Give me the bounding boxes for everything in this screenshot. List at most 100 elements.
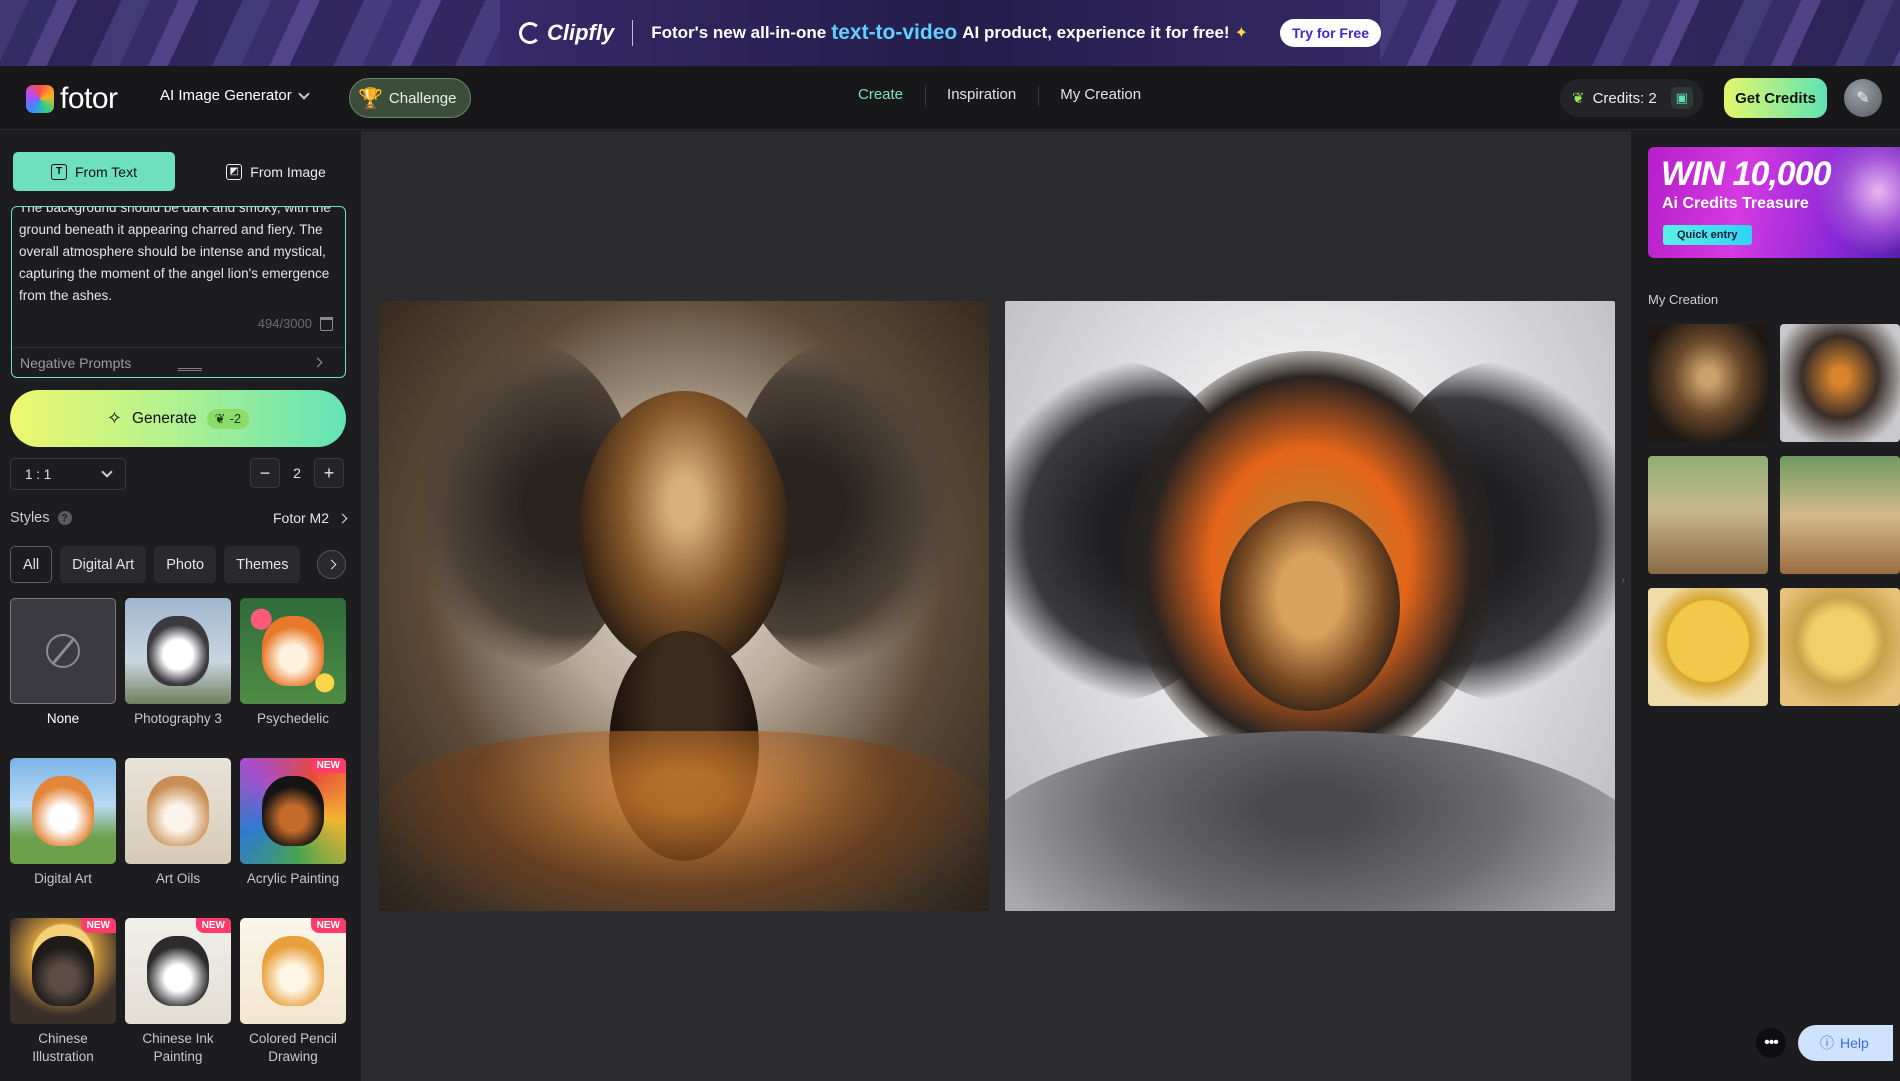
creation-thumbnail[interactable]	[1780, 456, 1900, 574]
avatar[interactable]: ✎	[1844, 79, 1882, 117]
lion-face	[1220, 501, 1400, 711]
wand-icon: ✧	[106, 408, 122, 428]
model-name: Fotor M2	[272, 510, 329, 526]
avatar-icon: ✎	[1856, 90, 1870, 107]
trophy-icon: 🏆	[358, 87, 383, 110]
style-card-acrylic-painting[interactable]: NEW Acrylic Painting	[240, 758, 346, 908]
style-card-photography-3[interactable]: Photography 3	[125, 598, 231, 748]
prompt-input[interactable]: The background should be dark and smoky,…	[11, 206, 346, 378]
banner-art-right	[1380, 0, 1900, 66]
try-for-free-button[interactable]: Try for Free	[1279, 19, 1381, 47]
challenge-button[interactable]: 🏆 Challenge	[349, 78, 472, 118]
resize-handle[interactable]	[178, 368, 202, 371]
negative-prompts-toggle[interactable]: Negative Prompts	[20, 348, 131, 377]
dog-illustration	[32, 776, 94, 846]
help-label: Help	[1840, 1035, 1869, 1051]
fotor-logo-icon	[26, 85, 54, 113]
help-area: ••• ⓘ Help	[1756, 1025, 1893, 1061]
style-card-chinese-illustration[interactable]: NEW Chinese Illustration	[10, 918, 116, 1068]
style-label: Chinese Ink Painting	[142, 1031, 214, 1064]
creation-thumbnail[interactable]	[1648, 324, 1768, 442]
style-thumb	[125, 758, 231, 864]
generate-button[interactable]: ✧ Generate ❦ -2	[10, 390, 346, 447]
tab-my-creation[interactable]: My Creation	[1038, 86, 1163, 106]
fotor-logo[interactable]: fotor	[26, 82, 118, 116]
my-creation-grid	[1648, 324, 1900, 706]
style-card-chinese-ink-painting[interactable]: NEW Chinese Ink Painting	[125, 918, 231, 1068]
banner-text-highlight: text-to-video	[831, 21, 958, 44]
category-all[interactable]: All	[10, 546, 53, 583]
get-credits-button[interactable]: Get Credits	[1724, 78, 1827, 118]
style-label: Acrylic Painting	[246, 871, 340, 886]
new-badge: NEW	[80, 918, 116, 933]
banner-text-after: AI product, experience it for free!	[962, 23, 1230, 42]
right-panel: WIN 10,000 Ai Credits Treasure Quick ent…	[1630, 131, 1900, 1081]
more-icon[interactable]: •••	[1756, 1028, 1786, 1058]
model-selector[interactable]: Fotor M2	[272, 510, 348, 526]
style-card-art-oils[interactable]: Art Oils	[125, 758, 231, 908]
quick-entry-button[interactable]: Quick entry	[1663, 225, 1752, 245]
clipfly-brand-text: Clipfly	[546, 20, 615, 45]
style-card-psychedelic[interactable]: Psychedelic	[240, 598, 346, 748]
help-icon[interactable]: ?	[57, 511, 72, 525]
category-digital-art[interactable]: Digital Art	[60, 546, 147, 583]
help-icon: ⓘ	[1820, 1035, 1834, 1051]
dog-illustration	[147, 616, 209, 686]
style-categories: All Digital Art Photo Themes	[10, 546, 301, 583]
promo-banner[interactable]: Clipfly Fotor's new all-in-one text-to-v…	[0, 0, 1900, 66]
creation-thumbnail[interactable]	[1648, 456, 1768, 574]
style-label: Art Oils	[155, 871, 201, 886]
category-photo[interactable]: Photo	[154, 546, 217, 583]
style-card-none[interactable]: None	[10, 598, 116, 748]
tab-inspiration[interactable]: Inspiration	[925, 86, 1038, 106]
credits-display[interactable]: ❦ Credits: 2 ▣	[1560, 79, 1703, 117]
image-count-value: 2	[293, 465, 301, 481]
text-icon: T	[51, 163, 67, 180]
leaf-icon: ❦	[214, 410, 226, 426]
chevron-down-icon	[101, 466, 113, 478]
tool-dropdown-label: AI Image Generator	[160, 87, 292, 104]
tab-from-image-label: From Image	[250, 163, 326, 180]
chevron-right-icon	[312, 357, 323, 368]
generate-cost-badge: ❦ -2	[206, 408, 250, 429]
smoke-clouds	[1005, 731, 1615, 911]
tab-from-text[interactable]: T From Text	[13, 152, 175, 191]
new-badge: NEW	[310, 918, 346, 933]
trash-icon[interactable]	[320, 316, 333, 331]
category-themes[interactable]: Themes	[224, 546, 301, 583]
tab-from-image[interactable]: ◩ From Image	[195, 152, 357, 191]
creation-thumbnail[interactable]	[1648, 588, 1768, 706]
fotor-logo-text: fotor	[60, 82, 118, 115]
style-thumb	[240, 598, 346, 704]
my-creation-title: My Creation	[1648, 292, 1719, 307]
creation-thumbnail[interactable]	[1780, 324, 1900, 442]
gift-icon[interactable]: ▣	[1670, 87, 1693, 109]
tab-create[interactable]: Create	[836, 86, 925, 103]
banner-message: Fotor's new all-in-one text-to-video AI …	[651, 21, 1248, 45]
credits-promo-card[interactable]: WIN 10,000 Ai Credits Treasure Quick ent…	[1648, 147, 1900, 258]
creation-thumbnail[interactable]	[1780, 588, 1900, 706]
left-panel: T From Text ◩ From Image The background …	[0, 131, 362, 1081]
style-card-digital-art[interactable]: Digital Art	[10, 758, 116, 908]
dog-illustration	[262, 616, 324, 686]
tab-from-text-label: From Text	[75, 163, 137, 180]
prompt-text[interactable]: The background should be dark and smoky,…	[19, 207, 337, 307]
generated-image-1[interactable]	[379, 301, 989, 911]
decrement-button[interactable]: −	[250, 458, 280, 488]
increment-button[interactable]: +	[314, 458, 344, 488]
style-label: Photography 3	[134, 711, 222, 726]
style-thumb: NEW	[10, 918, 116, 1024]
clipfly-logo: Clipfly	[518, 20, 615, 46]
aspect-ratio-select[interactable]: 1 : 1	[10, 458, 126, 490]
image-count-stepper: − 2 +	[250, 458, 344, 488]
tool-dropdown[interactable]: AI Image Generator	[160, 87, 310, 104]
style-card-colored-pencil-drawing[interactable]: NEW Colored Pencil Drawing	[240, 918, 346, 1068]
help-button[interactable]: ⓘ Help	[1798, 1025, 1893, 1061]
credits-count: Credits: 2	[1592, 89, 1657, 107]
style-label: Psychedelic	[256, 711, 330, 726]
generated-image-2[interactable]	[1005, 301, 1615, 911]
categories-next-button[interactable]	[317, 550, 346, 579]
no-style-icon	[46, 634, 80, 668]
styles-header: Styles ? Fotor M2	[10, 510, 348, 526]
collapse-panel-handle[interactable]: ›	[1616, 560, 1630, 600]
